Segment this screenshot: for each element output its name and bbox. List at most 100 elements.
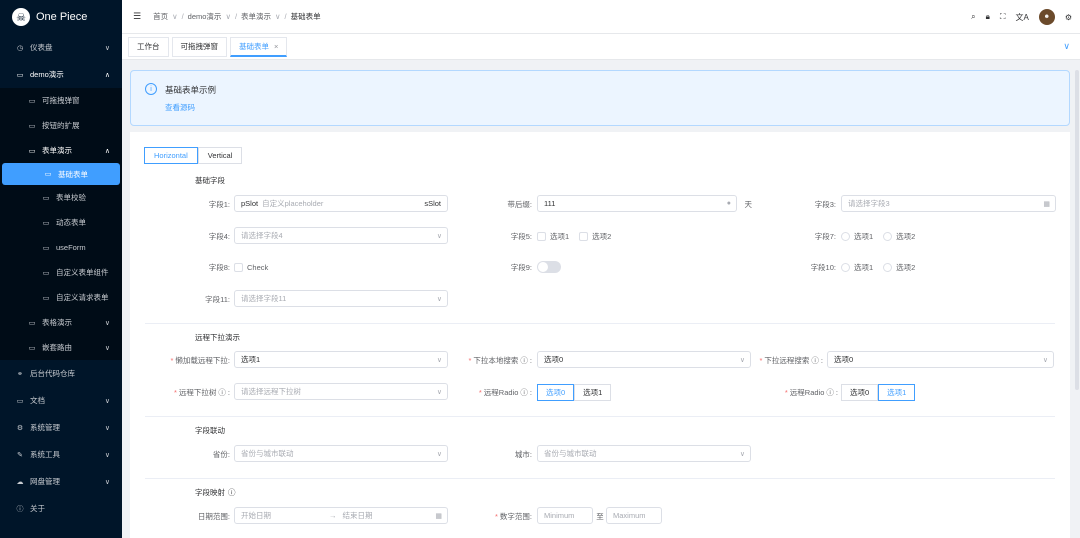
- number-min-input[interactable]: Minimum: [537, 507, 593, 524]
- monitor-icon: ▭: [44, 171, 52, 178]
- option-label: 选项1: [854, 231, 874, 241]
- remote6-option0[interactable]: 选项0: [841, 383, 879, 401]
- province-select[interactable]: 省份与城市联动 ∨: [234, 445, 448, 462]
- required-mark: *: [784, 387, 788, 397]
- chevron-down-icon[interactable]: ∨: [1063, 41, 1070, 52]
- monitor-icon: ▭: [28, 319, 36, 327]
- sidebar-item-backend-repo[interactable]: ⚭ 后台代码仓库: [0, 360, 122, 387]
- field7-option2[interactable]: 选项2: [883, 231, 915, 242]
- sidebar-item-dashboard[interactable]: ◷ 仪表盘 ∨: [0, 34, 122, 61]
- radio[interactable]: [883, 262, 893, 272]
- field5-label: 字段5:: [510, 231, 532, 241]
- page-scrollbar[interactable]: [1074, 60, 1080, 530]
- sidebar-item-nested-route[interactable]: ▭ 嵌套路由 ∨: [0, 335, 122, 360]
- breadcrumb-form-demo[interactable]: 表单演示: [241, 11, 271, 22]
- field10-option2[interactable]: 选项2: [883, 262, 915, 273]
- view-source-link[interactable]: 查看源码: [165, 102, 1069, 113]
- required-mark: *: [478, 387, 482, 397]
- sidebar-item-form-validate[interactable]: ▭ 表单校验: [0, 185, 122, 210]
- field5-option1[interactable]: 选项1: [537, 231, 569, 242]
- monitor-icon: ▭: [16, 71, 24, 79]
- field1-label: 字段1:: [208, 199, 230, 209]
- checkbox[interactable]: [537, 231, 546, 241]
- translate-icon[interactable]: 文A: [1015, 12, 1028, 23]
- field9-switch[interactable]: [537, 261, 561, 273]
- field1-prefix: pSlot: [241, 199, 259, 208]
- info-icon: ⓘ: [16, 505, 24, 513]
- remote4-label: * 远程下拉树 ⓘ:: [173, 387, 230, 397]
- remote3-select[interactable]: 选项0 ∨: [827, 351, 1054, 368]
- layout-vertical-button[interactable]: Vertical: [197, 147, 243, 164]
- radio[interactable]: [841, 262, 850, 272]
- tab-basic-form[interactable]: 基础表单 ×: [230, 36, 288, 57]
- tab-workbench[interactable]: 工作台: [128, 36, 169, 57]
- remote2-select[interactable]: 选项0 ∨: [537, 351, 751, 368]
- sidebar-item-label: 后台代码仓库: [30, 369, 75, 378]
- monitor-icon: ▭: [42, 219, 50, 227]
- lock-icon[interactable]: 🔒︎: [986, 12, 990, 22]
- clear-icon[interactable]: ●: [727, 200, 731, 207]
- avatar[interactable]: ☻: [1038, 9, 1055, 25]
- gear-icon[interactable]: ⚙: [1065, 13, 1072, 22]
- chevron-down-icon: ∨: [104, 451, 110, 459]
- checkbox[interactable]: [579, 231, 589, 241]
- sidebar-item-docs[interactable]: ▭ 文档 ∨: [0, 387, 122, 414]
- checkbox[interactable]: [234, 262, 243, 272]
- tab-label: 可拖拽弹窗: [180, 42, 219, 51]
- sidebar-item-system-tools[interactable]: ✎ 系统工具 ∨: [0, 441, 122, 468]
- sidebar-item-netdisk[interactable]: ☁ 网盘管理 ∨: [0, 468, 122, 495]
- sidebar-item-basic-form[interactable]: ▭ 基础表单: [2, 163, 120, 185]
- remote1-select[interactable]: 选项1 ∨: [234, 351, 448, 368]
- field2-input[interactable]: 111 ●: [537, 195, 737, 212]
- sidebar-item-useform[interactable]: ▭ useForm: [0, 235, 122, 260]
- menu-fold-icon[interactable]: ☰: [133, 11, 141, 22]
- breadcrumb-demo[interactable]: demo演示: [188, 11, 222, 22]
- sidebar-item-draggable-modal[interactable]: ▭ 可拖拽弹窗: [0, 88, 122, 113]
- chevron-down-icon: ∨: [739, 356, 745, 364]
- remote4-tree-select[interactable]: 请选择远程下拉树 ∨: [234, 383, 448, 400]
- field8-option[interactable]: Check: [234, 262, 268, 272]
- field7-label: 字段7:: [814, 231, 836, 241]
- sidebar-item-table-demo[interactable]: ▭ 表格演示 ∨: [0, 310, 122, 335]
- info-icon: ⓘ: [811, 355, 819, 365]
- breadcrumb-separator: /: [234, 12, 238, 21]
- close-icon[interactable]: ×: [274, 42, 278, 51]
- field7-option1[interactable]: 选项1: [841, 231, 873, 242]
- field4-label: 字段4:: [208, 231, 230, 241]
- date-range-picker[interactable]: 开始日期 → 结束日期 ▦: [234, 507, 448, 524]
- field1-input[interactable]: pSlot 自定义placeholder sSlot: [234, 195, 448, 212]
- number-max-input[interactable]: Maximum: [606, 507, 662, 524]
- tab-draggable-modal[interactable]: 可拖拽弹窗: [171, 36, 227, 57]
- sidebar-item-button-ext[interactable]: ▭ 按钮的扩展: [0, 113, 122, 138]
- sidebar-item-label: 嵌套路由: [42, 343, 72, 352]
- scrollbar-thumb[interactable]: [1075, 70, 1079, 390]
- city-select[interactable]: 省份与城市联动 ∨: [537, 445, 751, 462]
- remote6-option1[interactable]: 选项1: [878, 383, 916, 401]
- field10-option1[interactable]: 选项1: [841, 262, 873, 273]
- field5-option2[interactable]: 选项2: [579, 231, 611, 242]
- radio[interactable]: [883, 231, 893, 241]
- sidebar-item-about[interactable]: ⓘ 关于: [0, 495, 122, 522]
- remote3-label-text: 下拉远程搜索: [764, 355, 810, 365]
- app-logo[interactable]: ☠ One Piece: [0, 0, 122, 34]
- fullscreen-icon[interactable]: ⛶: [1000, 12, 1006, 22]
- radio[interactable]: [841, 231, 850, 241]
- breadcrumb-home[interactable]: 首页: [153, 11, 168, 22]
- sidebar-item-form-demo[interactable]: ▭ 表单演示 ∧: [0, 138, 122, 163]
- remote5-option1[interactable]: 选项1: [574, 383, 612, 401]
- layout-horizontal-button[interactable]: Horizontal: [144, 147, 198, 164]
- field3-date-input[interactable]: 请选择字段3 ▦: [841, 195, 1056, 212]
- sidebar-item-custom-request[interactable]: ▭ 自定义请求表单: [0, 285, 122, 310]
- search-icon[interactable]: ⌕: [971, 12, 975, 22]
- monitor-icon: ▭: [28, 97, 36, 105]
- info-icon: ⓘ: [826, 387, 834, 397]
- field11-select[interactable]: 请选择字段11 ∨: [234, 290, 448, 307]
- tool-icon: ✎: [17, 451, 23, 459]
- option-label: 选项1: [550, 231, 570, 241]
- remote5-option0[interactable]: 选项0: [537, 383, 575, 401]
- sidebar-item-dynamic-form[interactable]: ▭ 动态表单: [0, 210, 122, 235]
- sidebar-item-custom-component[interactable]: ▭ 自定义表单组件: [0, 260, 122, 285]
- sidebar-item-system-admin[interactable]: ⚙ 系统管理 ∨: [0, 414, 122, 441]
- field4-select[interactable]: 请选择字段4 ∨: [234, 227, 448, 244]
- sidebar-item-demo[interactable]: ▭ demo演示 ∧: [0, 61, 122, 88]
